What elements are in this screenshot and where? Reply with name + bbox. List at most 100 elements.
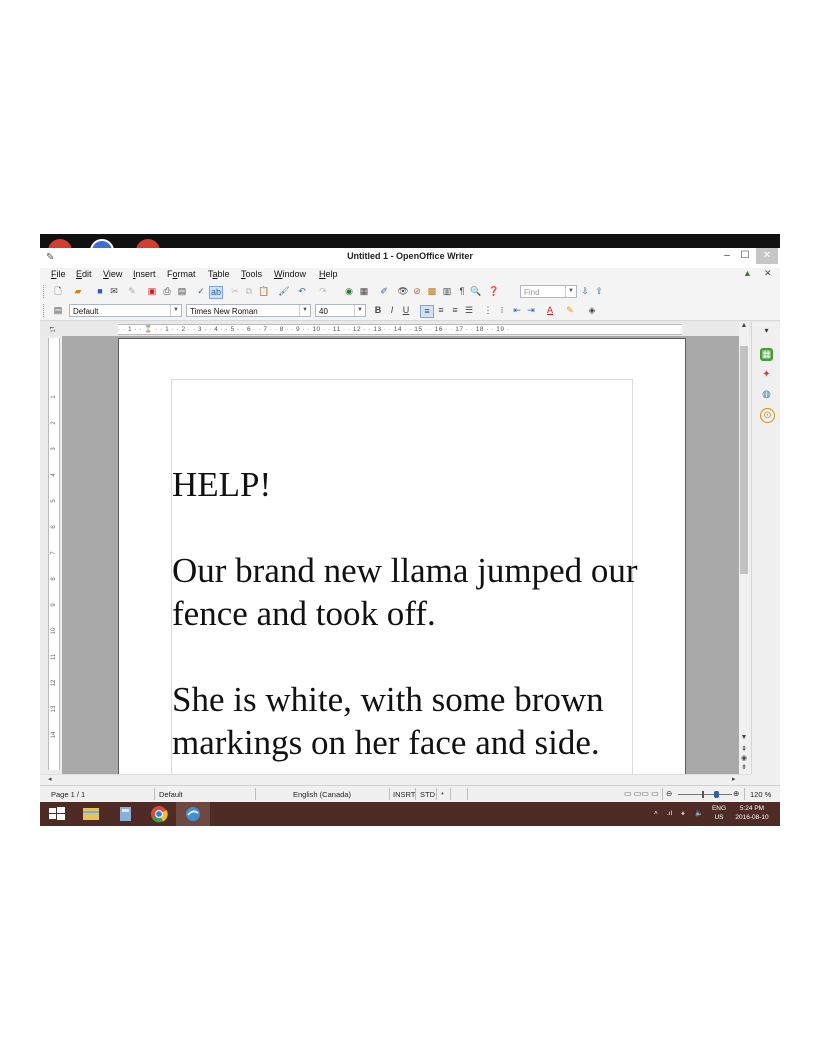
cut-icon[interactable]: ✂ (229, 286, 241, 297)
menu-insert[interactable]: Insert (133, 269, 156, 279)
styles-formatting-icon[interactable]: ✦ (760, 368, 773, 381)
minimize-button[interactable]: – (718, 248, 736, 264)
save-icon[interactable]: ■ (94, 286, 106, 297)
selection-mode[interactable]: STD (420, 790, 435, 799)
horizontal-ruler[interactable]: · · 1 · · ⌛ · · 1 · · 2 · · 3 · · 4 · · … (118, 324, 682, 335)
find-input[interactable]: Find ▼ (520, 285, 577, 298)
next-page-icon[interactable]: ⇟ (739, 763, 749, 771)
maximize-button[interactable]: ☐ (736, 248, 754, 264)
undo-icon[interactable]: ↶ (296, 286, 308, 297)
open-folder-icon[interactable]: ▰ (72, 286, 84, 297)
language[interactable]: English (Canada) (293, 790, 351, 799)
highlighting-icon[interactable]: ✎ (564, 305, 576, 316)
scroll-down-icon[interactable]: ▼ (739, 734, 749, 741)
chevron-down-icon[interactable]: ▼ (565, 286, 576, 297)
data-sources-icon[interactable]: ▥ (441, 286, 453, 297)
calculator-button[interactable] (108, 802, 142, 826)
bold-button[interactable]: B (372, 305, 384, 316)
menu-tools[interactable]: Tools (241, 269, 262, 279)
page-count[interactable]: Page 1 / 1 (51, 790, 85, 799)
paragraph-style-select[interactable]: Default ▼ (69, 304, 182, 317)
extension-icon[interactable]: ▲ (743, 268, 752, 278)
toolbar-grip[interactable] (43, 285, 46, 298)
menu-format[interactable]: Format (167, 269, 196, 279)
bullets-icon[interactable]: ⁝ (496, 305, 508, 316)
zoom-slider[interactable] (678, 794, 732, 795)
zoom-in-icon[interactable]: ⊕ (733, 789, 739, 798)
gallery-sidebar-icon[interactable]: ◍ (760, 388, 773, 401)
table-icon[interactable]: ▦ (358, 286, 370, 297)
document-modified[interactable]: * (441, 790, 444, 799)
close-document-button[interactable]: ✕ (764, 268, 772, 279)
autospellcheck-icon[interactable]: ab (209, 286, 223, 299)
menu-view[interactable]: View (103, 269, 122, 279)
scroll-up-icon[interactable]: ▲ (739, 322, 749, 329)
chrome-button[interactable] (142, 802, 176, 826)
show-hidden-icons[interactable]: ˄ (654, 809, 658, 818)
scroll-left-icon[interactable]: ◂ (48, 775, 52, 783)
menu-edit[interactable]: Edit (76, 269, 92, 279)
copy-icon[interactable]: ⧉ (243, 286, 255, 297)
document-text[interactable]: HELP! Our brand new llama jumped our fen… (172, 463, 642, 764)
formatting-marks-icon[interactable]: ¶ (456, 286, 468, 297)
openoffice-button[interactable] (176, 802, 210, 826)
hyperlink-icon[interactable]: ◉ (343, 286, 355, 297)
new-document-icon[interactable]: 🗋 (52, 286, 64, 297)
previous-page-icon[interactable]: ⇞ (739, 745, 749, 753)
chevron-down-icon[interactable]: ▼ (299, 305, 310, 316)
zoom-out-icon[interactable]: ⊖ (666, 789, 672, 798)
styles-icon[interactable]: ▤ (52, 305, 64, 316)
signal-icon[interactable]: .ıl (667, 809, 672, 818)
insert-mode[interactable]: INSRT (393, 790, 415, 799)
close-button[interactable]: ✕ (756, 248, 778, 264)
network-icon[interactable]: ⚹ (681, 809, 685, 818)
file-explorer-button[interactable] (74, 802, 108, 826)
paste-icon[interactable]: 📋 (258, 286, 270, 297)
numbering-icon[interactable]: ⋮ (482, 305, 494, 316)
zoom-icon[interactable]: 🔍 (470, 286, 482, 297)
print-icon[interactable]: ⎙ (161, 286, 173, 297)
align-left-icon[interactable]: ≡ (420, 305, 434, 318)
navigator-icon[interactable]: ⊘ (411, 286, 423, 297)
view-layout-icon[interactable]: ▭ ▭▭ ▭ (624, 789, 659, 798)
email-icon[interactable]: ✉ (108, 286, 120, 297)
font-name-select[interactable]: Times New Roman ▼ (186, 304, 311, 317)
italic-button[interactable]: I (386, 305, 398, 316)
page-style[interactable]: Default (159, 790, 183, 799)
help-icon[interactable]: ❓ (488, 286, 500, 297)
scroll-thumb[interactable] (740, 346, 748, 574)
clone-format-icon[interactable]: 🖌 (278, 286, 290, 297)
find-next-icon[interactable]: ⇩ (579, 286, 591, 297)
menu-help[interactable]: Help (319, 269, 338, 279)
print-preview-icon[interactable]: ▤ (176, 286, 188, 297)
language-indicator[interactable]: ENG US (708, 804, 730, 822)
font-size-select[interactable]: 40 ▼ (315, 304, 366, 317)
draw-functions-icon[interactable]: ✐ (378, 286, 390, 297)
justify-icon[interactable]: ☰ (463, 305, 475, 316)
decrease-indent-icon[interactable]: ⇤ (511, 305, 523, 316)
start-button[interactable] (40, 802, 74, 826)
chevron-down-icon[interactable]: ▼ (170, 305, 181, 316)
find-replace-icon[interactable]: 👁 (397, 286, 409, 297)
document-page[interactable]: HELP! Our brand new llama jumped our fen… (118, 338, 686, 774)
volume-icon[interactable]: 🔈 (695, 809, 703, 818)
menu-file[interactable]: File (51, 269, 66, 279)
spellcheck-icon[interactable]: ✓ (195, 286, 207, 297)
redo-icon[interactable]: ↷ (317, 286, 329, 297)
navigator-sidebar-icon[interactable]: ⊙ (760, 408, 775, 423)
gallery-icon[interactable]: ▩ (426, 286, 438, 297)
sidebar-menu-icon[interactable]: ▾ (760, 324, 773, 337)
scroll-right-icon[interactable]: ▸ (732, 775, 736, 783)
find-previous-icon[interactable]: ⇧ (593, 286, 605, 297)
export-pdf-icon[interactable]: ▣ (146, 286, 158, 297)
menu-window[interactable]: Window (274, 269, 306, 279)
clock[interactable]: 5:24 PM 2016-08-10 (732, 804, 772, 822)
zoom-level[interactable]: 120 % (750, 790, 771, 799)
edit-file-icon[interactable]: ✎ (126, 286, 138, 297)
navigation-icon[interactable]: ◉ (739, 754, 749, 762)
chevron-down-icon[interactable]: ▼ (354, 305, 365, 316)
increase-indent-icon[interactable]: ⇥ (525, 305, 537, 316)
align-right-icon[interactable]: ≡ (449, 305, 461, 316)
background-color-icon[interactable]: ◈ (586, 305, 598, 316)
toolbar-grip[interactable] (43, 304, 46, 317)
